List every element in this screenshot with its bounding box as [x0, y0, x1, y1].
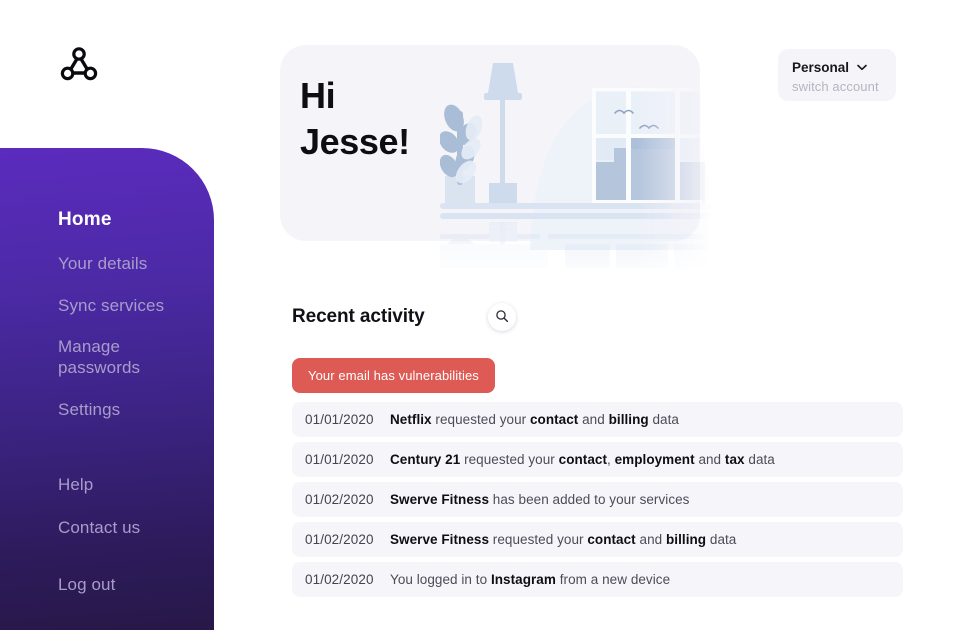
- hero-greeting-line2: Jesse!: [300, 121, 410, 163]
- activity-description: You logged in to Instagram from a new de…: [390, 572, 671, 587]
- account-name-row: Personal: [792, 58, 896, 77]
- sidebar-item-settings[interactable]: Settings: [0, 399, 214, 420]
- table-row[interactable]: 01/02/2020 Swerve Fitness requested your …: [292, 522, 903, 557]
- app-root: Home Your details Sync services Manage p…: [0, 0, 958, 630]
- sidebar-item-your-details[interactable]: Your details: [0, 253, 214, 274]
- activity-date: 01/02/2020: [305, 532, 374, 547]
- alert-label: Your email has vulnerabilities: [308, 368, 479, 383]
- activity-date: 01/02/2020: [305, 492, 374, 507]
- table-row[interactable]: 01/01/2020 Century 21 requested your cont…: [292, 442, 903, 477]
- activity-description: Netflix requested your contact and billi…: [390, 412, 679, 427]
- sidebar-item-manage-passwords[interactable]: Manage passwords: [0, 337, 140, 378]
- sidebar-item-help[interactable]: Help: [0, 474, 214, 495]
- account-switcher[interactable]: Personal switch account: [778, 49, 896, 101]
- search-icon: [495, 309, 509, 326]
- activity-date: 01/02/2020: [305, 572, 374, 587]
- share-nodes-logo-icon[interactable]: [58, 44, 100, 86]
- hero-greeting: Hi Jesse!: [300, 73, 410, 165]
- table-row[interactable]: 01/01/2020 Netflix requested your contact…: [292, 402, 903, 437]
- activity-description: Century 21 requested your contact, emplo…: [390, 452, 775, 467]
- table-row[interactable]: 01/02/2020 You logged in to Instagram fro…: [292, 562, 903, 597]
- sidebar-item-home[interactable]: Home: [0, 208, 214, 232]
- recent-activity-header: Recent activity: [292, 303, 516, 331]
- sidebar-nav: Home Your details Sync services Manage p…: [0, 208, 214, 595]
- table-row[interactable]: 01/02/2020 Swerve Fitness has been added …: [292, 482, 903, 517]
- hero-greeting-line1: Hi: [300, 75, 336, 116]
- hero-section: Hi Jesse!: [280, 45, 715, 295]
- account-name: Personal: [792, 60, 850, 75]
- page-title: Recent activity: [292, 306, 425, 327]
- sidebar: Home Your details Sync services Manage p…: [0, 148, 214, 630]
- sidebar-item-sync-services[interactable]: Sync services: [0, 295, 214, 316]
- activity-date: 01/01/2020: [305, 412, 374, 427]
- status-badge-email-vulnerabilities[interactable]: Your email has vulnerabilities: [292, 358, 495, 393]
- switch-account-label: switch account: [792, 79, 879, 94]
- sidebar-logout-gap: [0, 559, 214, 574]
- activity-date: 01/01/2020: [305, 452, 374, 467]
- sidebar-item-contact-us[interactable]: Contact us: [0, 517, 214, 538]
- activity-list: 01/01/2020 Netflix requested your contact…: [292, 402, 903, 602]
- search-icon-button[interactable]: [487, 303, 516, 331]
- sidebar-item-log-out[interactable]: Log out: [0, 574, 214, 595]
- activity-description: Swerve Fitness has been added to your se…: [390, 492, 690, 507]
- activity-description: Swerve Fitness requested your contact an…: [390, 532, 737, 547]
- chevron-down-icon: [857, 58, 868, 76]
- sidebar-divider-gap: [0, 441, 214, 474]
- hero-card: Hi Jesse!: [280, 45, 700, 241]
